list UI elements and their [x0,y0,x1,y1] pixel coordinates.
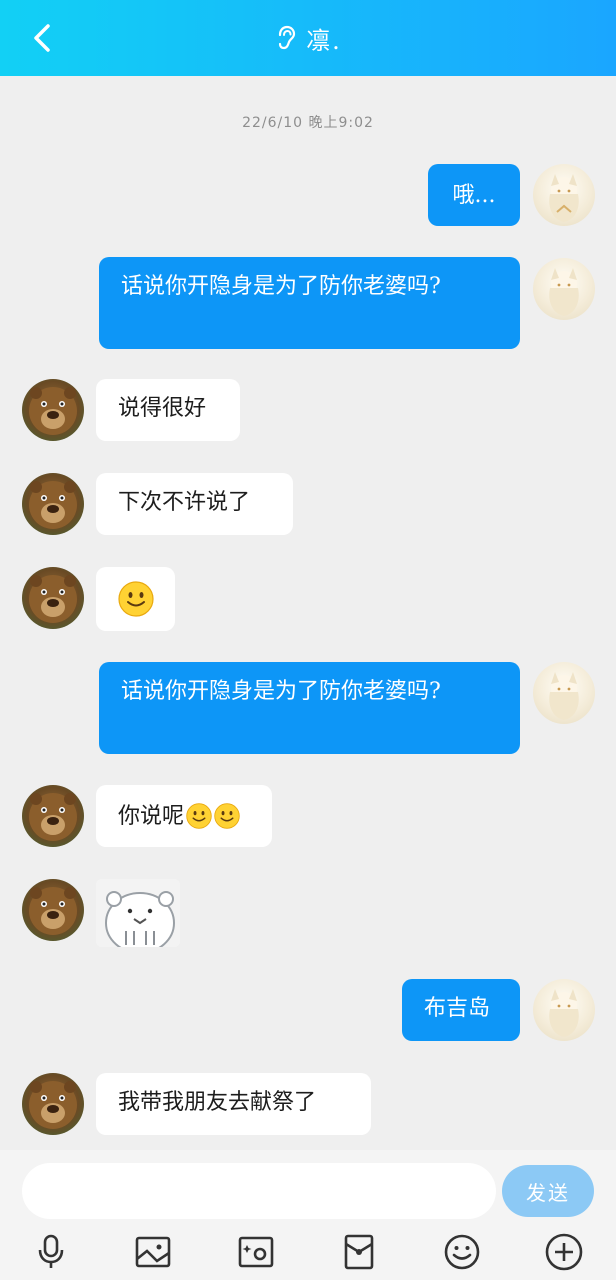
contact-avatar[interactable] [22,879,84,941]
more-button[interactable] [542,1230,586,1274]
bear-avatar-icon [29,887,77,935]
message-bubble-outgoing[interactable]: 话说你开隐身是为了防你老婆吗? [99,662,520,754]
girl-avatar-icon [549,268,579,316]
camera-icon [238,1236,274,1268]
bear-avatar-icon [29,387,77,435]
message-text: 我带我朋友去献祭了 [118,1090,317,1115]
message-text: 下次不许说了 [118,490,251,515]
message-bubble-outgoing[interactable]: 布吉岛 [402,979,520,1041]
message-bubble-incoming[interactable]: 下次不许说了 [96,473,293,535]
smile-emoji-icon [214,803,240,829]
red-packet-button[interactable] [337,1230,381,1274]
ear-icon [279,25,296,50]
plus-circle-icon [545,1233,583,1271]
my-avatar[interactable] [533,662,595,724]
girl-avatar-icon [549,174,579,222]
voice-button[interactable] [29,1230,73,1274]
message-bubble-incoming[interactable]: 你说呢 [96,785,272,847]
contact-avatar[interactable] [22,473,84,535]
smile-emoji-icon [186,803,212,829]
message-bubble-incoming[interactable]: 说得很好 [96,379,240,441]
message-bubble-incoming[interactable]: 我带我朋友去献祭了 [96,1073,371,1135]
message-text: 话说你开隐身是为了防你老婆吗? [121,274,441,299]
bear-avatar-icon [29,481,77,529]
input-toolbar [0,1226,616,1276]
bear-avatar-icon [29,793,77,841]
my-avatar[interactable] [533,258,595,320]
message-bubble-outgoing[interactable]: 哦... [428,164,520,226]
smile-emoji-icon [117,581,154,617]
chat-header: 凛. [0,0,616,76]
message-text: 你说呢 [118,803,185,829]
chat-title: 凛. [306,26,342,55]
message-timestamp: 22/6/10 晚上9:02 [242,115,374,131]
camera-button[interactable] [234,1230,278,1274]
bear-sticker-icon [96,879,180,947]
message-bubble-outgoing[interactable]: 话说你开隐身是为了防你老婆吗? [99,257,520,349]
microphone-icon [38,1234,64,1268]
contact-avatar[interactable] [22,567,84,629]
contact-avatar[interactable] [22,1073,84,1135]
emoji-button[interactable] [440,1230,484,1274]
message-input[interactable] [22,1163,496,1219]
send-button[interactable]: 发送 [502,1165,594,1217]
chat-title-wrap[interactable]: 凛. [0,22,616,55]
contact-avatar[interactable] [22,379,84,441]
image-button[interactable] [131,1230,175,1274]
message-bubble-incoming[interactable] [96,567,175,631]
my-avatar[interactable] [533,979,595,1041]
message-input-bar: 发送 [0,1150,616,1280]
contact-avatar[interactable] [22,785,84,847]
girl-avatar-icon [549,989,579,1037]
girl-avatar-icon [549,672,579,720]
message-text: 话说你开隐身是为了防你老婆吗? [121,679,441,704]
my-avatar[interactable] [533,164,595,226]
red-packet-icon [344,1234,374,1270]
message-text: 布吉岛 [424,996,491,1021]
bear-avatar-icon [29,575,77,623]
sticker-image[interactable] [96,879,180,947]
emoji-icon [444,1234,480,1270]
image-icon [135,1236,171,1268]
message-text: 哦... [452,183,496,208]
bear-avatar-icon [29,1081,77,1129]
message-text: 说得很好 [118,396,207,421]
